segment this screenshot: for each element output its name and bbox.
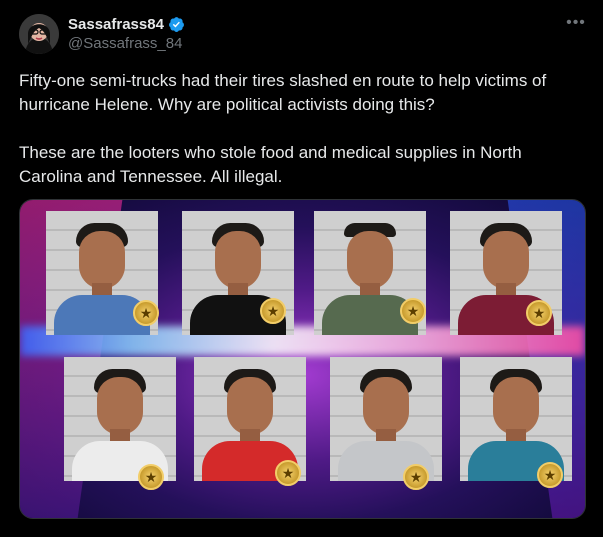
author-handle[interactable]: @Sassafrass_84: [68, 35, 182, 52]
sheriff-badge-icon: ★: [138, 464, 164, 490]
mugshot-5: [64, 357, 176, 481]
sheriff-badge-icon: ★: [133, 300, 159, 326]
sheriff-badge-icon: ★: [403, 464, 429, 490]
post-paragraph-1: Fifty-one semi-trucks had their tires sl…: [19, 71, 547, 114]
post: Sassafrass84 @Sassafrass_84 ••• Fifty-on…: [0, 0, 603, 537]
avatar[interactable]: [19, 14, 59, 54]
more-options-button[interactable]: •••: [565, 14, 587, 31]
author-name-row: Sassafrass84: [68, 14, 185, 34]
author-display-name[interactable]: Sassafrass84: [68, 16, 164, 33]
sheriff-badge-icon: ★: [275, 460, 301, 486]
sheriff-badge-icon: ★: [537, 462, 563, 488]
sheriff-badge-icon: ★: [400, 298, 426, 324]
post-media[interactable]: ★ ★ ★ ★ ★ ★ ★ ★: [19, 199, 586, 519]
sheriff-badge-icon: ★: [526, 300, 552, 326]
post-paragraph-2: These are the looters who stole food and…: [19, 143, 522, 186]
more-horizontal-icon: •••: [566, 14, 586, 31]
avatar-photo-icon: [19, 14, 59, 54]
verified-badge-icon: [168, 16, 185, 33]
sheriff-badge-icon: ★: [260, 298, 286, 324]
post-text: Fifty-one semi-trucks had their tires sl…: [19, 69, 584, 189]
mugshot-7: [330, 357, 442, 481]
